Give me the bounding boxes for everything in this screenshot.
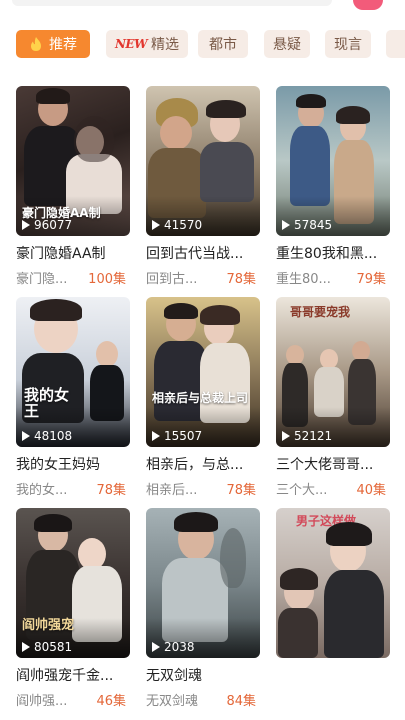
poster-image[interactable]: 豪门隐婚AA制 96077	[16, 86, 130, 236]
drama-title[interactable]: 三个大佬哥哥...	[276, 454, 390, 474]
tab-romance[interactable]: 现言	[325, 30, 371, 58]
play-icon	[152, 431, 160, 441]
play-count-value: 96077	[34, 218, 73, 232]
tab-label: 现言	[334, 37, 362, 53]
play-count-value: 52121	[294, 429, 333, 443]
drama-subtitle: 相亲后...	[146, 483, 198, 498]
drama-title[interactable]: 我的女王妈妈	[16, 454, 130, 474]
drama-title[interactable]: 豪门隐婚AA制	[16, 243, 130, 263]
poster-title-art: 相亲后与总裁上司	[152, 391, 249, 405]
play-icon	[152, 642, 160, 652]
fire-icon	[29, 36, 43, 52]
tab-label: 都市	[209, 37, 237, 53]
drama-subtitle: 我的女...	[16, 483, 68, 498]
tab-recommend[interactable]: 推荐	[16, 30, 90, 58]
drama-subtitle: 阎帅强...	[16, 694, 68, 709]
poster-image[interactable]: 我的女王 48108	[16, 297, 130, 447]
top-search-bar-edge	[0, 0, 405, 14]
tab-urban[interactable]: 都市	[198, 30, 248, 58]
drama-subtitle: 回到古...	[146, 272, 198, 287]
play-icon	[22, 220, 30, 230]
tab-label: 悬疑	[273, 37, 301, 53]
episode-count: 78集	[226, 272, 256, 287]
play-icon	[22, 431, 30, 441]
drama-subtitle: 豪门隐...	[16, 272, 68, 287]
poster-title-art: 阎帅强宠	[22, 618, 75, 633]
category-tabs: 推荐 NEW 精选 都市 悬疑 现言	[0, 30, 405, 60]
play-count: 80581	[22, 640, 72, 654]
play-count: 41570	[152, 218, 202, 232]
drama-title[interactable]: 重生80我和黑...	[276, 243, 390, 263]
play-count: 2038	[152, 640, 195, 654]
play-count: 57845	[282, 218, 332, 232]
drama-title[interactable]: 无双剑魂	[146, 665, 260, 685]
poster-image[interactable]: 男子这样做	[276, 508, 390, 658]
new-badge: NEW	[114, 37, 148, 51]
play-count-value: 80581	[34, 640, 73, 654]
play-count-value: 48108	[34, 429, 73, 443]
top-action-pill[interactable]	[353, 0, 383, 10]
drama-feed-page: 推荐 NEW 精选 都市 悬疑 现言 豪门隐婚AA制 96077 豪门隐婚AA制…	[0, 0, 405, 720]
tab-featured[interactable]: NEW 精选	[106, 30, 188, 58]
tab-more[interactable]	[386, 30, 405, 58]
poster-title-art: 哥哥要宠我	[290, 305, 351, 319]
tab-suspense[interactable]: 悬疑	[264, 30, 310, 58]
tab-label: 推荐	[49, 37, 77, 53]
episode-count: 100集	[88, 272, 126, 287]
poster-image[interactable]: 相亲后与总裁上司 15507	[146, 297, 260, 447]
episode-count: 78集	[226, 483, 256, 498]
search-bar-remnant[interactable]	[12, 0, 332, 6]
drama-subtitle: 无双剑魂	[146, 694, 199, 709]
drama-subtitle: 重生80...	[276, 272, 331, 287]
play-count-value: 41570	[164, 218, 203, 232]
play-count-value: 15507	[164, 429, 203, 443]
play-icon	[282, 431, 290, 441]
drama-title[interactable]: 阎帅强宠千金...	[16, 665, 130, 685]
poster-image[interactable]: 2038	[146, 508, 260, 658]
play-count-value: 57845	[294, 218, 333, 232]
play-count: 15507	[152, 429, 202, 443]
play-count: 52121	[282, 429, 332, 443]
poster-image[interactable]: 57845	[276, 86, 390, 236]
play-icon	[22, 642, 30, 652]
poster-image[interactable]: 41570	[146, 86, 260, 236]
play-count-value: 2038	[164, 640, 195, 654]
tab-label: 精选	[151, 37, 180, 53]
episode-count: 79集	[356, 272, 386, 287]
poster-image[interactable]: 哥哥要宠我 52121	[276, 297, 390, 447]
poster-title-art: 我的女王	[24, 386, 70, 420]
poster-image[interactable]: 阎帅强宠 80581	[16, 508, 130, 658]
drama-title[interactable]: 回到古代当战...	[146, 243, 260, 263]
play-count: 96077	[22, 218, 72, 232]
play-icon	[282, 220, 290, 230]
episode-count: 78集	[96, 483, 126, 498]
drama-title[interactable]: 相亲后，与总...	[146, 454, 260, 474]
episode-count: 46集	[96, 694, 126, 709]
episode-count: 40集	[356, 483, 386, 498]
episode-count: 84集	[226, 694, 256, 709]
play-count: 48108	[22, 429, 72, 443]
drama-subtitle: 三个大...	[276, 483, 328, 498]
play-icon	[152, 220, 160, 230]
